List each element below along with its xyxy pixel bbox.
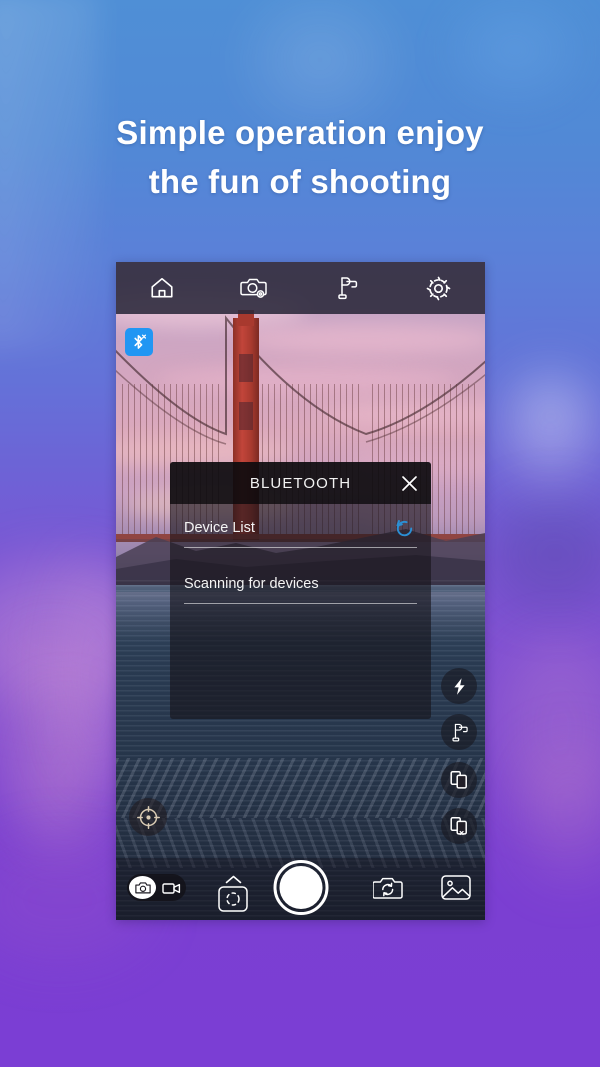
gimbal-control-icon (449, 722, 470, 743)
refresh-button[interactable] (394, 518, 415, 539)
bluetooth-off-icon (129, 332, 149, 352)
bluetooth-dialog-title: BLUETOOTH (249, 474, 352, 492)
top-toolbar (116, 262, 485, 314)
headline-line-1: Simple operation enjoy (116, 114, 484, 151)
flip-camera-button[interactable] (373, 875, 403, 901)
bg-crowd-silhouette (0, 630, 110, 830)
cloud (156, 367, 456, 393)
bg-figure-silhouette (520, 395, 582, 437)
flash-icon (450, 677, 469, 696)
cloud (316, 402, 485, 426)
phone-screenshot: BLUETOOTH Device List Scanning for devic… (116, 262, 485, 920)
focus-frame-button[interactable] (213, 864, 253, 912)
water-foam (116, 758, 485, 818)
bluetooth-dialog-header: BLUETOOTH (170, 462, 431, 504)
bg-figure-silhouette (505, 370, 595, 490)
bluetooth-status-badge[interactable] (125, 328, 153, 356)
camera-settings-button[interactable] (208, 262, 300, 314)
bg-crowd-silhouette (495, 640, 600, 820)
af-frame-icon (218, 886, 248, 912)
photo-mode-button[interactable] (129, 876, 156, 899)
gallery-button[interactable] (441, 874, 471, 901)
scanning-status-label: Scanning for devices (184, 575, 319, 592)
bridge-tower-window (239, 354, 253, 382)
bluetooth-dialog: BLUETOOTH Device List Scanning for devic… (170, 462, 431, 719)
headline-line-2: the fun of shooting (148, 163, 452, 200)
video-mode-button[interactable] (156, 881, 186, 895)
bridge-tower-window (239, 402, 253, 430)
device-transfer-icon (449, 816, 469, 836)
settings-gear-icon (425, 275, 452, 302)
flip-camera-icon (373, 875, 403, 901)
multi-device-icon (449, 770, 469, 790)
device-transfer-button[interactable] (441, 808, 477, 844)
device-list-label: Device List (184, 519, 255, 536)
gimbal-icon (334, 275, 360, 301)
close-button[interactable] (397, 471, 421, 495)
photo-camera-icon (134, 881, 151, 895)
bg-crowd-silhouette (490, 500, 600, 610)
bottom-toolbar (116, 858, 485, 920)
focus-target-icon (136, 805, 161, 830)
home-button[interactable] (116, 262, 208, 314)
shutter-button[interactable] (273, 860, 328, 915)
gallery-icon (441, 874, 471, 901)
bg-crowd-silhouette (520, 740, 600, 880)
bg-crowd-silhouette (20, 700, 110, 860)
photo-video-toggle[interactable] (127, 874, 186, 901)
close-icon (400, 474, 419, 493)
shutter-inner (279, 866, 322, 909)
multi-device-button[interactable] (441, 762, 477, 798)
home-icon (149, 275, 175, 301)
chevron-up-icon (225, 875, 242, 884)
page-title: Simple operation enjoy the fun of shooti… (0, 108, 600, 206)
focus-target-button[interactable] (129, 798, 167, 836)
bg-streak (430, 0, 600, 120)
refresh-icon (394, 518, 415, 539)
gimbal-control-button[interactable] (441, 714, 477, 750)
cloud (236, 324, 485, 354)
promo-banner: Simple operation enjoy the fun of shooti… (0, 0, 600, 1067)
settings-button[interactable] (393, 262, 485, 314)
device-list-row[interactable]: Device List (184, 508, 417, 548)
video-camera-icon (161, 881, 181, 895)
gimbal-button[interactable] (301, 262, 393, 314)
scanning-status-row: Scanning for devices (184, 564, 417, 604)
camera-settings-icon (240, 275, 268, 301)
flash-button[interactable] (441, 668, 477, 704)
